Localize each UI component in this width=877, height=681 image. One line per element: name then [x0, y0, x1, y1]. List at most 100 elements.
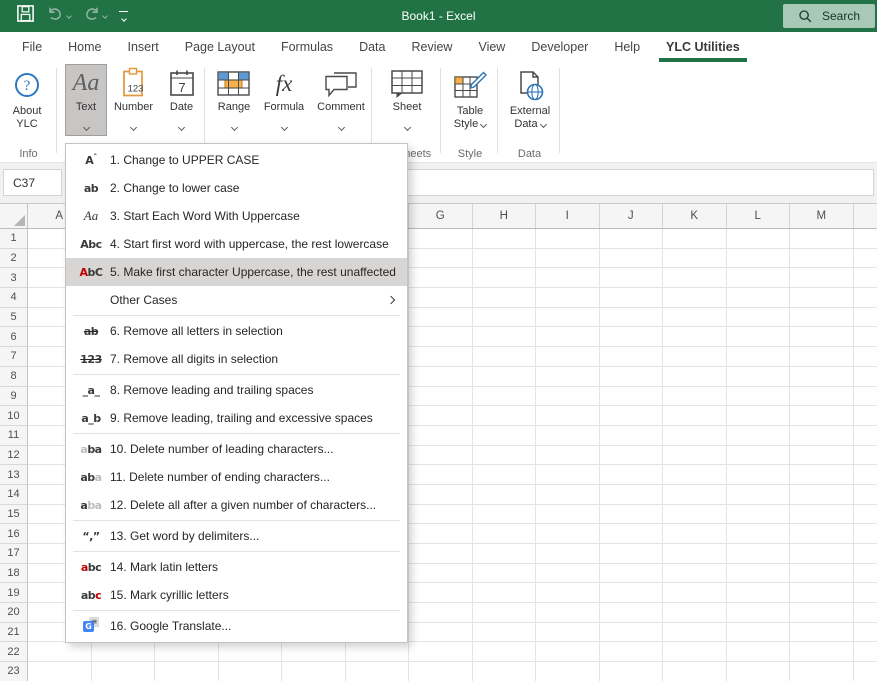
- row-header-21[interactable]: 21: [0, 622, 28, 643]
- row-header-12[interactable]: 12: [0, 445, 28, 466]
- grid-cell[interactable]: [853, 662, 877, 681]
- grid-cell[interactable]: [91, 662, 155, 681]
- grid-cell[interactable]: [790, 406, 854, 426]
- undo-button[interactable]: [43, 4, 75, 28]
- grid-cell[interactable]: [663, 327, 727, 348]
- row-header-13[interactable]: 13: [0, 465, 28, 485]
- grid-cell[interactable]: [599, 386, 663, 407]
- grid-cell[interactable]: [663, 662, 727, 681]
- grid-cell[interactable]: [409, 366, 473, 387]
- date-button[interactable]: 7 Date: [160, 64, 203, 136]
- grid-cell[interactable]: [536, 327, 600, 348]
- grid-cell[interactable]: [726, 662, 790, 681]
- grid-cell[interactable]: [726, 583, 790, 604]
- grid-cell[interactable]: [536, 307, 600, 328]
- grid-cell[interactable]: [409, 327, 473, 348]
- tab-file[interactable]: File: [9, 32, 55, 62]
- grid-cell[interactable]: [663, 229, 727, 249]
- row-header-19[interactable]: 19: [0, 583, 28, 604]
- menu-item-11-delete-number-of-ending-characters[interactable]: aba 11. Delete number of ending character…: [66, 463, 407, 491]
- redo-button[interactable]: [79, 4, 111, 28]
- grid-cell[interactable]: [282, 642, 346, 663]
- grid-cell[interactable]: [472, 524, 536, 544]
- grid-cell[interactable]: [853, 347, 877, 367]
- grid-cell[interactable]: [472, 248, 536, 269]
- grid-cell[interactable]: [472, 229, 536, 249]
- save-button[interactable]: [12, 2, 39, 30]
- grid-cell[interactable]: [599, 229, 663, 249]
- menu-item-9-remove-leading-trailing-and-excessive-spaces[interactable]: a_b 9. Remove leading, trailing and exces…: [66, 404, 407, 432]
- grid-cell[interactable]: [790, 484, 854, 505]
- grid-cell[interactable]: [28, 662, 92, 681]
- grid-cell[interactable]: [472, 662, 536, 681]
- grid-cell[interactable]: [790, 445, 854, 466]
- grid-cell[interactable]: [599, 504, 663, 525]
- grid-cell[interactable]: [472, 327, 536, 348]
- menu-item-3-start-each-word-with-uppercase[interactable]: Aa 3. Start Each Word With Uppercase: [66, 202, 407, 230]
- grid-cell[interactable]: [790, 288, 854, 308]
- grid-cell[interactable]: [599, 445, 663, 466]
- external-data-button[interactable]: External Data: [502, 64, 558, 136]
- grid-cell[interactable]: [409, 544, 473, 564]
- menu-item-7-remove-all-digits-in-selection[interactable]: 123 7. Remove all digits in selection: [66, 345, 407, 373]
- grid-cell[interactable]: [726, 347, 790, 367]
- grid-cell[interactable]: [472, 307, 536, 328]
- grid-cell[interactable]: [599, 307, 663, 328]
- grid-cell[interactable]: [790, 366, 854, 387]
- grid-cell[interactable]: [726, 465, 790, 485]
- grid-cell[interactable]: [853, 366, 877, 387]
- row-header-4[interactable]: 4: [0, 288, 28, 308]
- grid-cell[interactable]: [599, 544, 663, 564]
- grid-cell[interactable]: [726, 268, 790, 289]
- grid-cell[interactable]: [853, 248, 877, 269]
- grid-cell[interactable]: [726, 248, 790, 269]
- grid-cell[interactable]: [853, 524, 877, 544]
- row-header-2[interactable]: 2: [0, 248, 28, 269]
- menu-item-1-change-to-upper-case[interactable]: Aˆ 1. Change to UPPER CASE: [66, 146, 407, 174]
- grid-cell[interactable]: [536, 248, 600, 269]
- tab-formulas[interactable]: Formulas: [268, 32, 346, 62]
- grid-cell[interactable]: [345, 662, 409, 681]
- menu-item-13-get-word-by-delimiters[interactable]: “,” 13. Get word by delimiters...: [66, 522, 407, 550]
- grid-cell[interactable]: [536, 347, 600, 367]
- grid-cell[interactable]: [472, 386, 536, 407]
- row-header-10[interactable]: 10: [0, 406, 28, 426]
- menu-item-10-delete-number-of-leading-characters[interactable]: aba 10. Delete number of leading characte…: [66, 435, 407, 463]
- grid-cell[interactable]: [663, 465, 727, 485]
- grid-cell[interactable]: [853, 642, 877, 663]
- about-ylc-button[interactable]: ? About YLC: [2, 64, 52, 136]
- grid-cell[interactable]: [599, 406, 663, 426]
- menu-item-5-make-first-character-uppercase-the-rest-unaffected[interactable]: AbC 5. Make first character Uppercase, th…: [66, 258, 407, 286]
- grid-cell[interactable]: [790, 327, 854, 348]
- grid-cell[interactable]: [409, 662, 473, 681]
- row-header-9[interactable]: 9: [0, 386, 28, 407]
- grid-cell[interactable]: [536, 229, 600, 249]
- grid-cell[interactable]: [663, 504, 727, 525]
- grid-cell[interactable]: [853, 484, 877, 505]
- grid-cell[interactable]: [409, 504, 473, 525]
- column-header-m[interactable]: M: [790, 204, 854, 228]
- grid-cell[interactable]: [726, 229, 790, 249]
- grid-cell[interactable]: [663, 406, 727, 426]
- grid-cell[interactable]: [790, 583, 854, 604]
- grid-cell[interactable]: [853, 465, 877, 485]
- grid-cell[interactable]: [663, 307, 727, 328]
- grid-cell[interactable]: [726, 504, 790, 525]
- grid-cell[interactable]: [282, 662, 346, 681]
- grid-cell[interactable]: [663, 484, 727, 505]
- grid-cell[interactable]: [536, 662, 600, 681]
- grid-cell[interactable]: [663, 642, 727, 663]
- grid-cell[interactable]: [599, 268, 663, 289]
- grid-cell[interactable]: [536, 563, 600, 584]
- row-header-16[interactable]: 16: [0, 524, 28, 544]
- grid-cell[interactable]: [536, 544, 600, 564]
- tab-insert[interactable]: Insert: [115, 32, 172, 62]
- grid-cell[interactable]: [218, 662, 282, 681]
- grid-cell[interactable]: [726, 327, 790, 348]
- grid-cell[interactable]: [853, 288, 877, 308]
- grid-cell[interactable]: [472, 347, 536, 367]
- grid-cell[interactable]: [663, 386, 727, 407]
- grid-cell[interactable]: [536, 504, 600, 525]
- grid-cell[interactable]: [853, 425, 877, 446]
- grid-cell[interactable]: [599, 248, 663, 269]
